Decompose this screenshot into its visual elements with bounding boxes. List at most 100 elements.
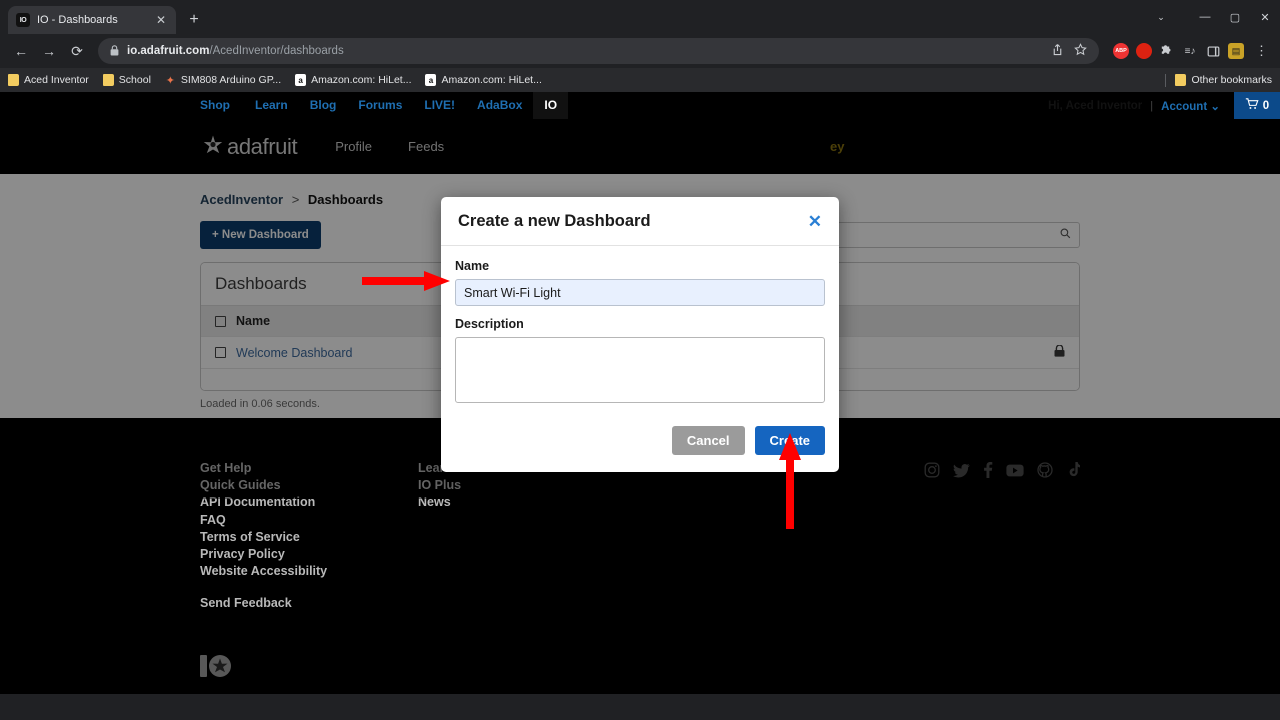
modal-header: Create a new Dashboard ✕: [441, 197, 839, 246]
topnav-learn[interactable]: Learn: [244, 92, 299, 119]
puzzle-extensions-icon[interactable]: [1159, 43, 1175, 59]
tab-strip: IO IO - Dashboards ✕ + ⌄ — ▢ ✕: [0, 0, 1280, 34]
footer-link-terms-of-service[interactable]: Terms of Service: [200, 529, 418, 546]
search-icon[interactable]: [1060, 228, 1071, 242]
name-input[interactable]: [455, 279, 825, 306]
nav-profile[interactable]: Profile: [335, 139, 372, 154]
description-label: Description: [455, 317, 524, 331]
breadcrumb-separator: >: [291, 192, 300, 207]
nav-aio-key-fragment[interactable]: ey: [830, 139, 844, 154]
bookmark-star-icon[interactable]: [1074, 43, 1087, 59]
select-all-checkbox[interactable]: [215, 315, 226, 327]
browser-tab[interactable]: IO IO - Dashboards ✕: [8, 6, 176, 34]
topnav-adabox[interactable]: AdaBox: [466, 92, 533, 119]
footer-column-help: Get Help Quick Guides API Documentation …: [200, 460, 418, 613]
bookmark-item[interactable]: a Amazon.com: HiLet...: [425, 74, 542, 86]
footer-link-quick-guides[interactable]: Quick Guides: [200, 477, 418, 494]
amazon-favicon-icon: a: [295, 74, 307, 86]
twitter-icon[interactable]: [953, 463, 970, 483]
adafruit-logo[interactable]: adafruit: [200, 133, 298, 160]
lock-icon: [1054, 344, 1065, 360]
reload-icon[interactable]: ⟳: [64, 38, 90, 64]
back-icon[interactable]: ←: [8, 38, 34, 64]
breadcrumb-current: Dashboards: [307, 192, 384, 207]
pocket-extension-icon[interactable]: ▤: [1228, 43, 1244, 59]
forward-icon[interactable]: →: [36, 38, 62, 64]
chevron-down-icon[interactable]: ⌄: [1146, 0, 1176, 34]
close-icon[interactable]: ✕: [154, 14, 168, 26]
bookmark-item[interactable]: ✦ SIM808 Arduino GP...: [165, 74, 282, 87]
reading-list-extension-icon[interactable]: ≡♪: [1182, 43, 1198, 59]
topnav-io[interactable]: IO: [533, 92, 569, 119]
amazon-favicon-icon: a: [425, 74, 437, 86]
extension-icons: ABP ≡♪ ▤ ⋮: [1107, 43, 1272, 59]
topnav-live[interactable]: LIVE!: [413, 92, 466, 119]
topnav-forums[interactable]: Forums: [347, 92, 413, 119]
new-dashboard-button[interactable]: + New Dashboard: [200, 221, 321, 249]
description-textarea[interactable]: [455, 337, 825, 403]
url-path: /AcedInventor/dashboards: [209, 45, 344, 57]
bookmark-label: Amazon.com: HiLet...: [311, 74, 412, 86]
footer-link-get-help[interactable]: Get Help: [200, 460, 418, 477]
footer-link-send-feedback[interactable]: Send Feedback: [200, 595, 418, 612]
bookmark-item[interactable]: a Amazon.com: HiLet...: [295, 74, 411, 86]
instagram-icon[interactable]: [924, 462, 940, 483]
cart-icon: [1245, 98, 1259, 113]
bookmark-item[interactable]: Aced Inventor: [8, 74, 89, 86]
bookmark-label: School: [118, 74, 151, 86]
minimize-icon[interactable]: —: [1190, 0, 1220, 34]
youtube-icon[interactable]: [1006, 464, 1024, 482]
url-text: io.adafruit.com/AcedInventor/dashboards: [127, 45, 344, 57]
topnav-blog[interactable]: Blog: [299, 92, 348, 119]
create-dashboard-modal: Create a new Dashboard ✕ Name Descriptio…: [441, 197, 839, 472]
maximize-icon[interactable]: ▢: [1220, 0, 1250, 34]
window-controls: ⌄ — ▢ ✕: [1146, 0, 1280, 34]
chevron-down-icon: ⌄: [1210, 100, 1220, 113]
account-menu[interactable]: Account ⌄: [1161, 99, 1220, 113]
nav-feeds[interactable]: Feeds: [408, 139, 444, 154]
divider: [1165, 73, 1167, 87]
adafruit-top-nav: Shop Learn Blog Forums LIVE! AdaBox IO H…: [0, 92, 1280, 119]
browser-window: IO IO - Dashboards ✕ + ⌄ — ▢ ✕ ← → ⟳ io.…: [0, 0, 1280, 720]
tiktok-icon[interactable]: [1066, 462, 1081, 483]
footer-link-news[interactable]: News: [418, 494, 636, 511]
footer-link-privacy-policy[interactable]: Privacy Policy: [200, 546, 418, 563]
cancel-button[interactable]: Cancel: [671, 426, 745, 455]
url-host: io.adafruit.com: [127, 45, 210, 57]
adblock-extension-icon[interactable]: ABP: [1113, 43, 1129, 59]
address-bar[interactable]: io.adafruit.com/AcedInventor/dashboards: [98, 38, 1099, 64]
other-bookmarks-button[interactable]: Other bookmarks: [1175, 74, 1272, 86]
github-icon[interactable]: [1037, 462, 1053, 483]
adafruit-favicon-icon: ✦: [165, 74, 176, 87]
bookmark-label: SIM808 Arduino GP...: [180, 74, 282, 86]
share-icon[interactable]: [1051, 43, 1064, 59]
close-icon[interactable]: ✕: [808, 213, 822, 230]
footer-link-api-documentation[interactable]: API Documentation: [200, 494, 418, 511]
footer-link-faq[interactable]: FAQ: [200, 512, 418, 529]
side-panel-extension-icon[interactable]: [1205, 43, 1221, 59]
breadcrumb-root[interactable]: AcedInventor: [200, 192, 283, 207]
tab-favicon-icon: IO: [16, 13, 30, 27]
cart-button[interactable]: 0: [1234, 92, 1280, 119]
topnav-shop[interactable]: Shop: [200, 92, 244, 119]
social-links: [924, 462, 1081, 483]
browser-menu-icon[interactable]: ⋮: [1251, 43, 1272, 59]
record-extension-icon[interactable]: [1136, 43, 1152, 59]
topnav-account-area: Hi, Aced Inventor | Account ⌄ 0: [1048, 92, 1280, 119]
folder-icon: [102, 74, 114, 86]
folder-icon: [1175, 74, 1187, 86]
footer-link-website-accessibility[interactable]: Website Accessibility: [200, 563, 418, 580]
adafruit-wordmark: adafruit: [227, 133, 298, 159]
name-label: Name: [455, 259, 490, 273]
facebook-icon[interactable]: [983, 462, 993, 483]
dashboard-link[interactable]: Welcome Dashboard: [236, 346, 353, 360]
bookmark-label: Aced Inventor: [24, 74, 89, 86]
row-checkbox[interactable]: [215, 347, 226, 358]
new-tab-button[interactable]: +: [180, 6, 208, 34]
divider: |: [1150, 99, 1154, 112]
omnibox-actions: [1051, 43, 1087, 59]
window-close-icon[interactable]: ✕: [1250, 0, 1280, 34]
bookmark-item[interactable]: School: [102, 74, 151, 86]
bookmarks-bar: Aced Inventor School ✦ SIM808 Arduino GP…: [0, 68, 1280, 92]
footer-link-io-plus[interactable]: IO Plus: [418, 477, 636, 494]
